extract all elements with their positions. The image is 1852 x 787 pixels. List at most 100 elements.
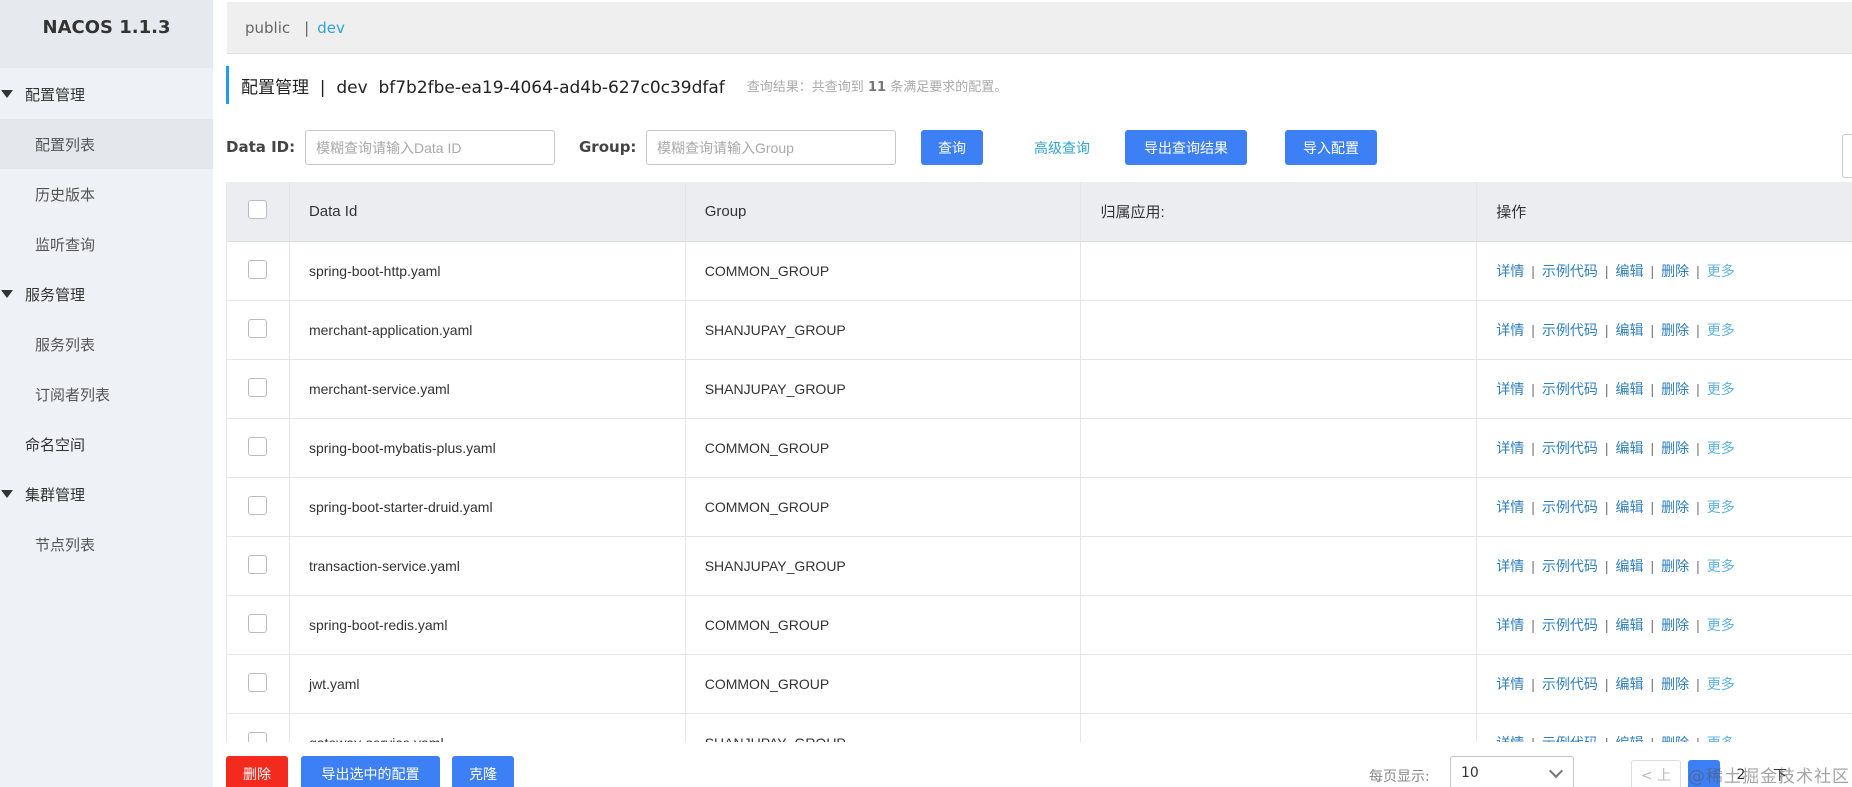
delete-link[interactable]: 删除 [1661,615,1689,635]
more-link[interactable]: 更多 [1707,615,1735,635]
cell-dataid: spring-boot-mybatis-plus.yaml [290,419,686,477]
sample-code-link[interactable]: 示例代码 [1542,261,1598,281]
export-results-button[interactable]: 导出查询结果 [1125,130,1247,165]
sidebar-item-subscribers[interactable]: 订阅者列表 [0,369,213,419]
sidebar-item-nodes[interactable]: 节点列表 [0,519,213,569]
detail-link[interactable]: 详情 [1496,261,1524,281]
delete-link[interactable]: 删除 [1661,674,1689,694]
edit-link[interactable]: 编辑 [1615,556,1643,576]
sample-code-link[interactable]: 示例代码 [1542,615,1598,635]
sample-code-link[interactable]: 示例代码 [1542,438,1598,458]
cell-app [1081,419,1478,477]
clone-button[interactable]: 克隆 [452,756,514,787]
sidebar-item-config-list[interactable]: 配置列表 [0,119,213,169]
export-selected-button[interactable]: 导出选中的配置 [301,756,440,787]
delete-link[interactable]: 删除 [1661,261,1689,281]
detail-link[interactable]: 详情 [1496,733,1524,742]
dataid-label: Data ID: [226,138,296,156]
row-checkbox[interactable] [248,554,268,574]
action-divider: | [1531,558,1535,574]
edit-link[interactable]: 编辑 [1615,733,1643,742]
action-divider: | [1650,617,1655,633]
edit-link[interactable]: 编辑 [1615,379,1643,399]
edit-link[interactable]: 编辑 [1615,615,1643,635]
detail-link[interactable]: 详情 [1496,497,1524,517]
delete-link[interactable]: 删除 [1661,320,1689,340]
sidebar-item-history[interactable]: 历史版本 [0,169,213,219]
edit-link[interactable]: 编辑 [1615,497,1643,517]
edit-link[interactable]: 编辑 [1615,674,1643,694]
sidebar-group-service[interactable]: 服务管理 [0,269,213,319]
more-link[interactable]: 更多 [1707,438,1735,458]
more-link[interactable]: 更多 [1707,379,1735,399]
row-checkbox[interactable] [248,436,268,456]
more-link[interactable]: 更多 [1707,320,1735,340]
detail-link[interactable]: 详情 [1496,615,1524,635]
more-link[interactable]: 更多 [1707,556,1735,576]
row-select-cell [227,242,290,300]
detail-link[interactable]: 详情 [1496,556,1524,576]
sidebar-item-namespace[interactable]: 命名空间 [0,419,213,469]
row-checkbox[interactable] [248,259,268,279]
cell-app [1081,301,1478,359]
sample-code-link[interactable]: 示例代码 [1542,497,1598,517]
action-divider: | [1605,735,1609,742]
advanced-query-link[interactable]: 高级查询 [1034,138,1090,158]
namespace-dev[interactable]: dev [317,19,345,37]
edit-link[interactable]: 编辑 [1615,320,1643,340]
side-panel-toggle[interactable] [1842,134,1852,178]
action-divider: | [1604,558,1609,574]
sample-code-link[interactable]: 示例代码 [1542,556,1598,576]
select-all-checkbox[interactable] [248,200,268,219]
edit-link[interactable]: 编辑 [1615,438,1643,458]
row-checkbox[interactable] [248,731,268,742]
delete-selected-button[interactable]: 删除 [226,756,288,787]
cell-group: SHANJUPAY_GROUP [686,301,1082,359]
detail-link[interactable]: 详情 [1496,320,1524,340]
row-select-cell [227,655,290,713]
per-page-label: 每页显示: [1369,769,1430,785]
dataid-input[interactable] [305,130,555,165]
row-checkbox[interactable] [248,672,268,692]
sidebar-item-service-list[interactable]: 服务列表 [0,319,213,369]
per-page-select[interactable]: 10 [1450,756,1574,787]
cell-actions: 详情 | 示例代码 | 编辑 | 删除 | 更多 [1477,419,1852,477]
prev-page-button[interactable]: < 上 [1631,760,1681,787]
query-button[interactable]: 查询 [921,130,983,165]
delete-link[interactable]: 删除 [1661,379,1689,399]
delete-link[interactable]: 删除 [1661,733,1689,742]
detail-link[interactable]: 详情 [1496,379,1524,399]
sidebar-item-listener[interactable]: 监听查询 [0,219,213,269]
row-checkbox[interactable] [248,318,268,338]
column-header-app[interactable]: 归属应用: [1081,182,1478,241]
sample-code-link[interactable]: 示例代码 [1542,674,1598,694]
sample-code-link[interactable]: 示例代码 [1542,733,1598,742]
more-link[interactable]: 更多 [1707,733,1735,742]
column-header-group[interactable]: Group [686,182,1082,241]
sample-code-link[interactable]: 示例代码 [1542,379,1598,399]
delete-link[interactable]: 删除 [1661,438,1689,458]
more-link[interactable]: 更多 [1707,497,1735,517]
namespace-public[interactable]: public [245,19,290,37]
row-checkbox[interactable] [248,377,268,397]
delete-link[interactable]: 删除 [1661,497,1689,517]
import-config-button[interactable]: 导入配置 [1285,130,1377,165]
detail-link[interactable]: 详情 [1496,674,1524,694]
edit-link[interactable]: 编辑 [1615,261,1643,281]
sidebar-group-config[interactable]: 配置管理 [0,69,213,119]
more-link[interactable]: 更多 [1707,261,1735,281]
detail-link[interactable]: 详情 [1496,438,1524,458]
brand-logo: NACOS 1.1.3 [0,0,213,68]
sample-code-link[interactable]: 示例代码 [1542,320,1598,340]
group-input[interactable] [646,130,896,165]
cell-group: COMMON_GROUP [686,242,1082,300]
row-checkbox[interactable] [248,495,268,515]
delete-link[interactable]: 删除 [1661,556,1689,576]
sidebar-group-cluster[interactable]: 集群管理 [0,469,213,519]
column-header-dataid[interactable]: Data Id [290,182,686,241]
more-link[interactable]: 更多 [1707,674,1735,694]
table-row: spring-boot-starter-druid.yaml COMMON_GRO… [227,478,1852,537]
row-checkbox[interactable] [248,613,268,633]
cell-group: COMMON_GROUP [686,596,1082,654]
cell-group: SHANJUPAY_GROUP [686,537,1082,595]
